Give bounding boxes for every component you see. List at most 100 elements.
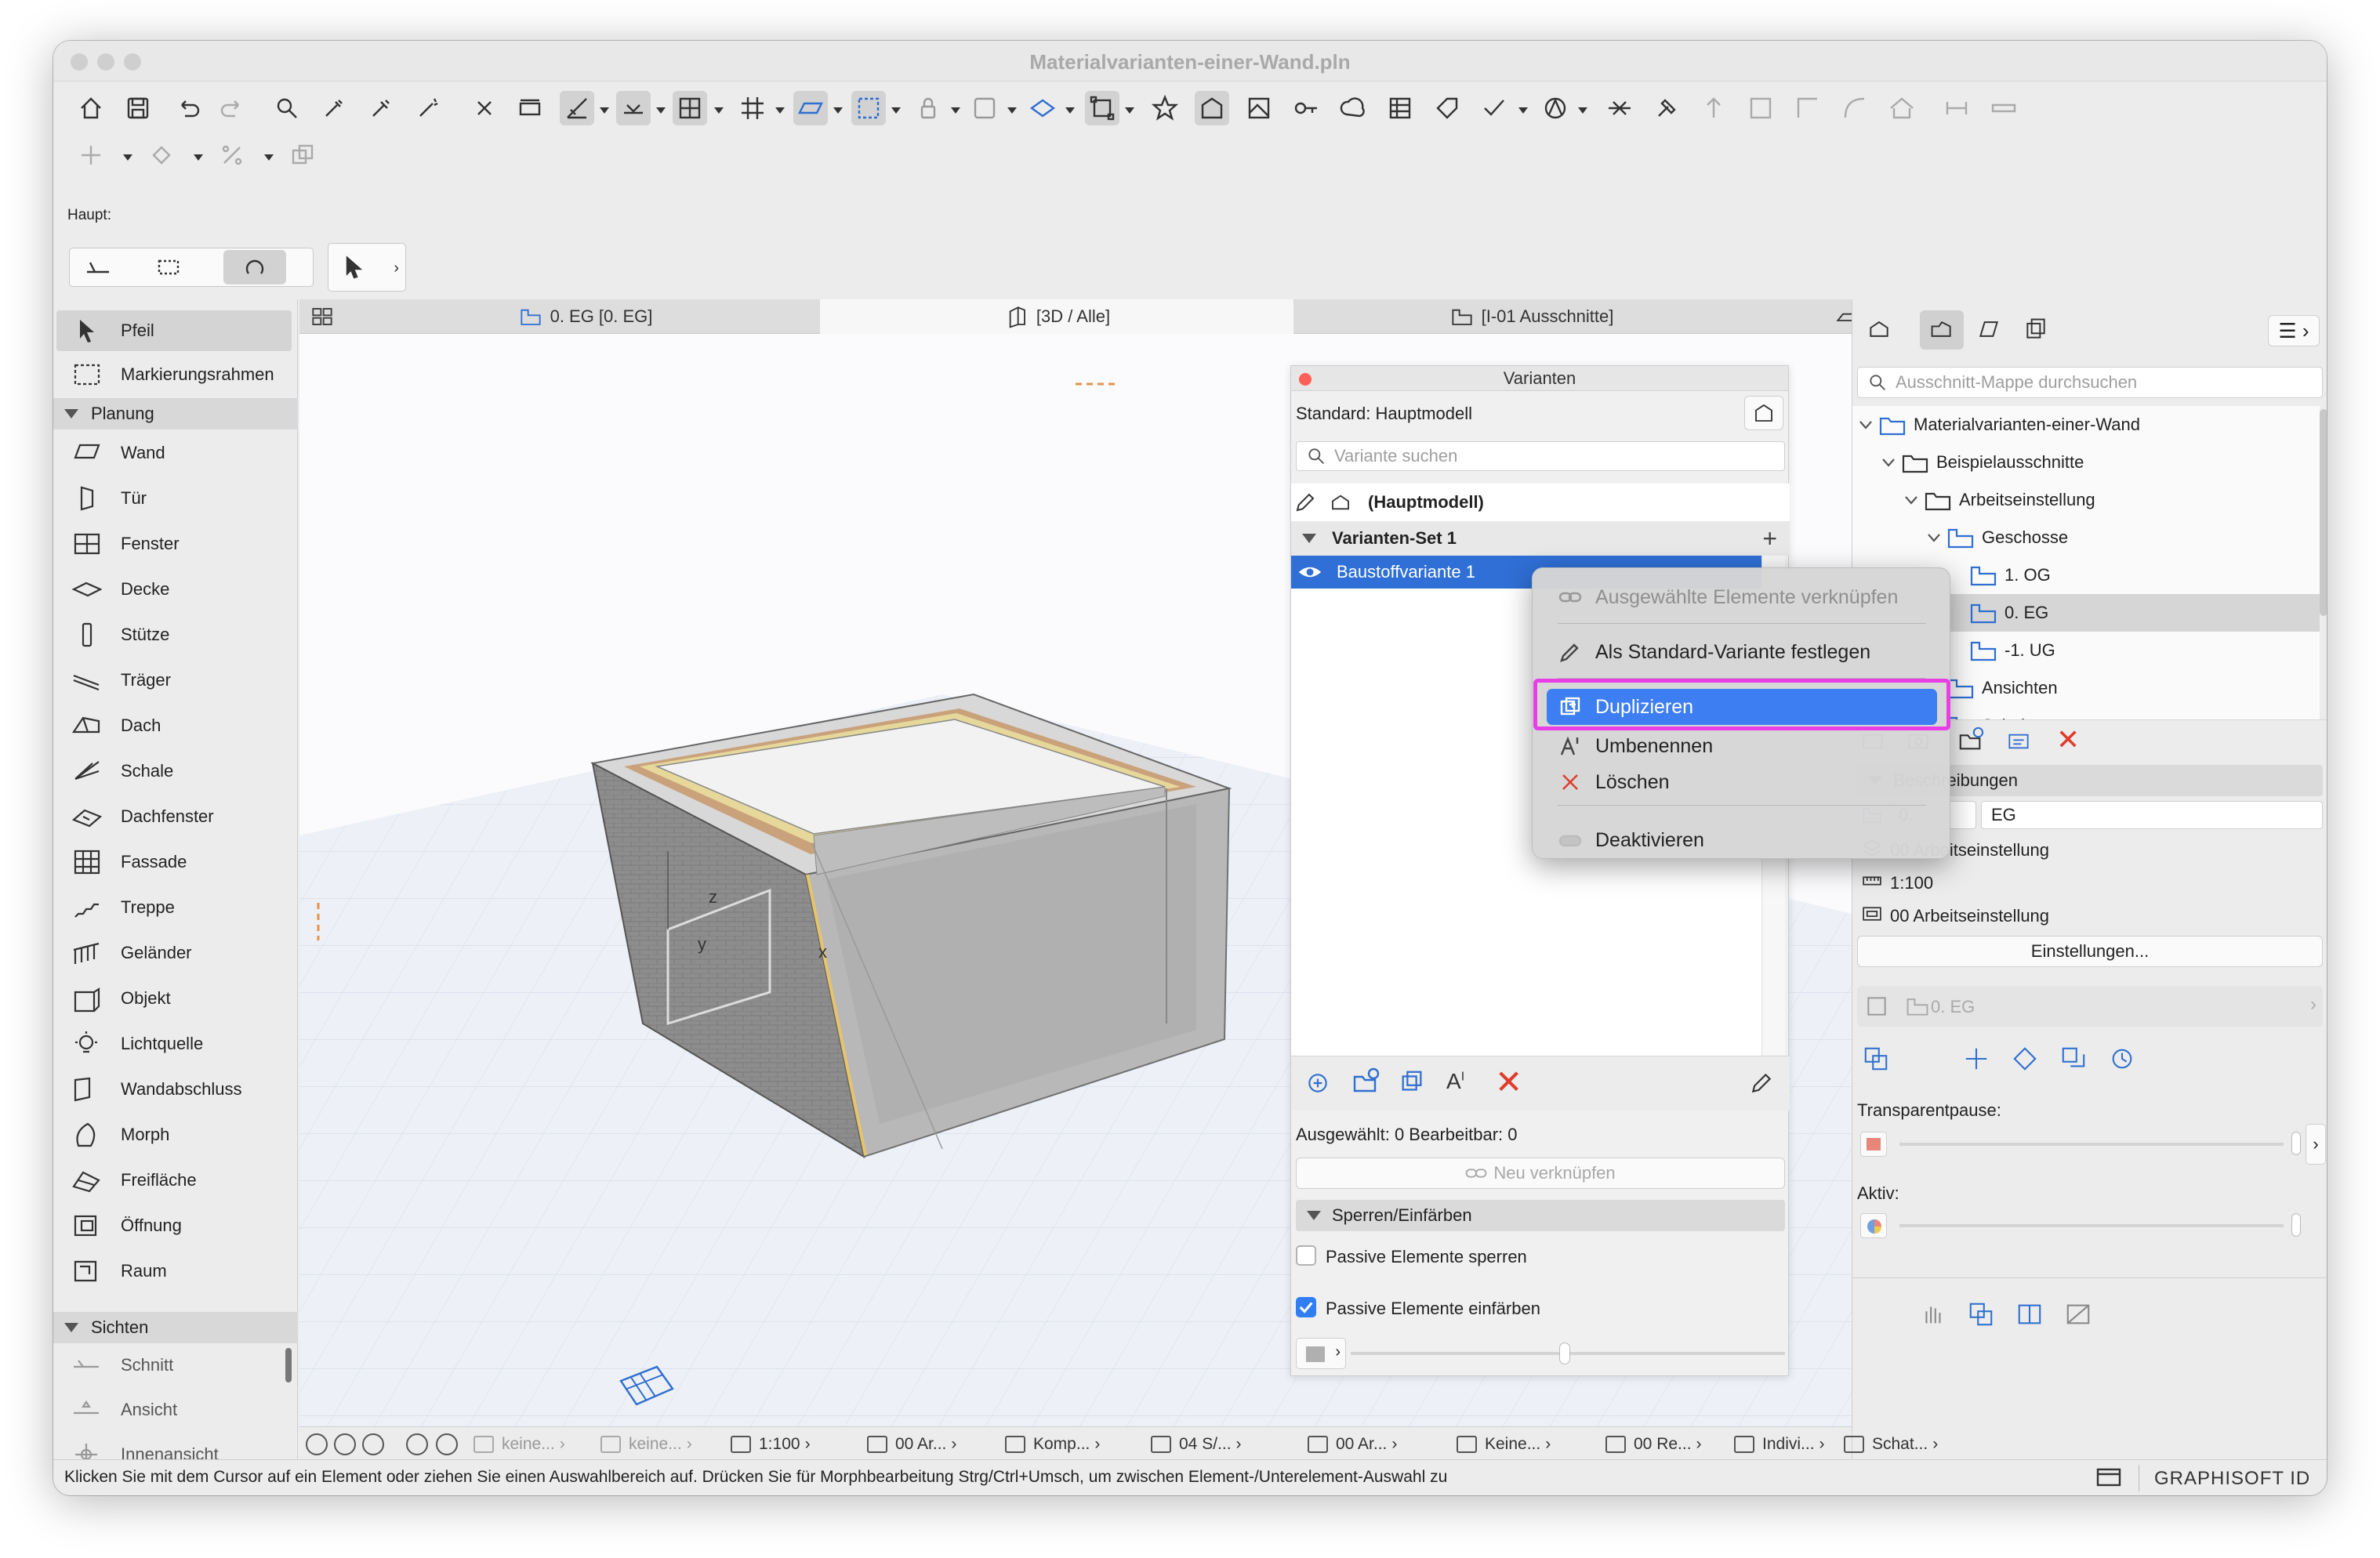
navigator-search-input[interactable]: Ausschnitt-Mappe durchsuchen <box>1857 367 2323 398</box>
dimension-icon[interactable] <box>513 91 547 125</box>
toolbox-item-ansicht[interactable]: Ansicht <box>56 1390 292 1430</box>
roof-trim-icon[interactable] <box>1885 91 1919 125</box>
chevron-down-icon[interactable] <box>775 105 785 114</box>
new-set-folder-icon[interactable] <box>1351 1067 1380 1096</box>
chevron-down-icon[interactable] <box>1880 454 1897 471</box>
toolbox-item-lichtquelle[interactable]: Lichtquelle <box>56 1024 292 1064</box>
toolbox-item-treppe[interactable]: Treppe <box>56 887 292 928</box>
name-field[interactable]: EG <box>1981 801 2323 829</box>
chevron-down-icon[interactable] <box>1577 105 1588 114</box>
floor-icon[interactable] <box>1986 91 2021 125</box>
tree-item[interactable]: Arbeitseinstellung <box>1903 481 2320 519</box>
toolbox-item-fassade[interactable]: Fassade <box>56 842 292 882</box>
move-reference-icon[interactable] <box>1962 1045 1990 1072</box>
toolbox-scrollbar[interactable] <box>285 1348 292 1382</box>
tree-item[interactable]: Schnitte <box>1925 707 2320 719</box>
measure-icon[interactable] <box>1939 91 1974 125</box>
scale-value[interactable]: 1:100 <box>1890 873 1933 893</box>
split-view-icon[interactable] <box>2015 1301 2044 1328</box>
curve-icon[interactable] <box>1838 91 1872 125</box>
layout-book-icon[interactable] <box>1242 91 1276 125</box>
toolbox-item-morph[interactable]: Morph <box>56 1114 292 1155</box>
swap-reference-icon[interactable] <box>2059 1045 2088 1072</box>
chevron-down-icon[interactable] <box>122 152 133 161</box>
publish-icon[interactable] <box>1336 91 1370 125</box>
chevron-down-icon[interactable] <box>1903 491 1920 509</box>
toolbox-item-geländer[interactable]: Geländer <box>56 933 292 973</box>
view-option-popup[interactable]: Indivi... › <box>1734 1433 1825 1455</box>
tree-item[interactable]: Beispielausschnitte <box>1880 444 2320 481</box>
redo-view-icon[interactable] <box>334 1433 356 1455</box>
properties-icon[interactable] <box>2006 730 2031 753</box>
grid-icon[interactable] <box>735 91 770 125</box>
stretch-icon[interactable] <box>1743 91 1778 125</box>
project-map-icon[interactable] <box>1865 317 1893 342</box>
chevron-down-icon[interactable] <box>193 152 204 161</box>
view-option-popup[interactable]: Komp... › <box>1005 1433 1100 1455</box>
view-option-popup[interactable]: keine... › <box>600 1433 692 1455</box>
view-option-popup[interactable]: 00 Re... › <box>1605 1433 1702 1455</box>
find-select-icon[interactable] <box>270 91 304 125</box>
settings-button[interactable]: Einstellungen... <box>1857 936 2323 967</box>
pencil-icon[interactable] <box>1749 1071 1774 1096</box>
chevron-down-icon[interactable] <box>1007 105 1018 114</box>
toolbox-item-freifläche[interactable]: Freifläche <box>56 1160 292 1201</box>
active-slider-thumb[interactable] <box>2291 1213 2301 1237</box>
publisher-icon[interactable] <box>2022 317 2050 342</box>
view-option-popup[interactable]: 00 Ar... › <box>867 1433 956 1455</box>
split-icon[interactable] <box>1602 91 1637 125</box>
tree-item[interactable]: 1. OG <box>1948 556 2320 594</box>
toolbox-item-markierungsrahmen[interactable]: Markierungsrahmen <box>56 354 292 395</box>
menu-item-umbenennen[interactable]: Umbenennen <box>1547 728 1937 764</box>
variant-set-row[interactable]: Varianten-Set 1 + <box>1291 521 1790 556</box>
offset-icon[interactable] <box>1790 91 1825 125</box>
chevron-down-icon[interactable] <box>1925 529 1943 546</box>
main-model-row[interactable]: (Hauptmodell) <box>1291 484 1790 521</box>
guide-offset-icon[interactable] <box>616 91 651 125</box>
compare-icon[interactable] <box>1862 1045 1890 1072</box>
snap-icon[interactable] <box>467 91 502 125</box>
magic-wand-icon[interactable] <box>411 91 445 125</box>
view-option-popup[interactable]: keine... › <box>473 1433 565 1455</box>
copy-icon[interactable] <box>285 138 320 172</box>
tab-overview-icon[interactable] <box>299 299 345 334</box>
trace-slider-thumb[interactable] <box>2291 1132 2301 1155</box>
orbit-icon[interactable] <box>306 1433 328 1455</box>
tree-item[interactable]: Ansichten <box>1925 669 2320 707</box>
redo-icon[interactable] <box>215 91 249 125</box>
toolbox-item-öffnung[interactable]: Öffnung <box>56 1205 292 1246</box>
rotate-reference-icon[interactable] <box>2011 1045 2039 1072</box>
menu-item-löschen[interactable]: Löschen <box>1547 764 1937 800</box>
section-planung[interactable]: Planung <box>53 398 298 429</box>
label-tag-icon[interactable] <box>1430 91 1464 125</box>
color-picker[interactable]: › <box>1296 1338 1346 1369</box>
resize-icon[interactable] <box>1085 91 1119 125</box>
chevron-down-icon[interactable] <box>599 105 610 114</box>
hammer-icon[interactable] <box>1649 91 1684 125</box>
standard-model-button[interactable] <box>1744 396 1783 430</box>
brand-label[interactable]: GRAPHISOFT ID <box>2154 1468 2310 1490</box>
edit-plane-icon[interactable] <box>793 91 828 125</box>
lock-passive-checkbox[interactable] <box>1296 1245 1316 1266</box>
chevron-down-icon[interactable] <box>1302 534 1316 543</box>
chevron-down-icon[interactable] <box>713 105 724 114</box>
marquee-mode-icon[interactable] <box>145 250 192 284</box>
rotate-icon[interactable] <box>144 138 179 172</box>
add-variant-icon[interactable]: + <box>1762 524 1777 553</box>
trace-color-button[interactable] <box>1860 1132 1887 1157</box>
schedule-icon[interactable] <box>1383 91 1417 125</box>
rename-icon[interactable]: AI <box>1446 1069 1464 1094</box>
eyedropper-icon[interactable] <box>317 91 351 125</box>
arrow-tool-box[interactable]: › <box>328 243 406 292</box>
tab-3d-view[interactable]: [3D / Alle] <box>820 299 1293 334</box>
hand-icon[interactable] <box>1918 1301 1946 1328</box>
toolbox-item-schale[interactable]: Schale <box>56 751 292 792</box>
trace-expand-button[interactable]: › <box>2306 1124 2326 1165</box>
chevron-down-icon[interactable] <box>1518 105 1529 114</box>
move-icon[interactable] <box>74 138 108 172</box>
overlay-icon[interactable] <box>1967 1301 1995 1328</box>
walk-icon[interactable] <box>436 1433 458 1455</box>
view-option-popup[interactable]: 00 Ar... › <box>1308 1433 1397 1455</box>
view-option-popup[interactable]: 1:100 › <box>731 1433 811 1455</box>
check-icon[interactable] <box>1477 91 1511 125</box>
